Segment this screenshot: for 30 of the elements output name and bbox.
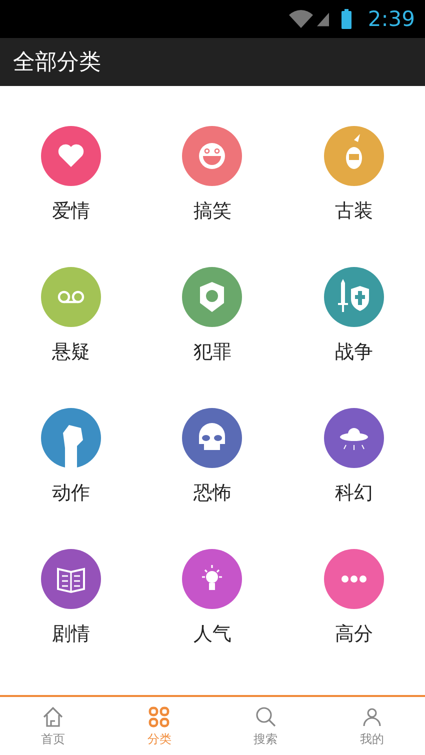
category-item[interactable]: 科幻	[324, 408, 384, 506]
skull-icon	[182, 408, 242, 468]
category-item[interactable]: 悬疑	[40, 267, 101, 365]
smiley-icon	[182, 126, 242, 186]
category-item[interactable]: 高分	[324, 549, 384, 647]
battery-icon	[340, 9, 352, 29]
sword-shield-icon	[324, 267, 384, 327]
category-item[interactable]: 爱情	[40, 126, 101, 224]
search-icon	[254, 704, 278, 728]
tape-icon	[40, 267, 101, 327]
lightbulb-icon	[182, 549, 242, 609]
book-icon	[40, 549, 101, 609]
category-item[interactable]: 动作	[40, 408, 101, 506]
category-item[interactable]: 人气	[182, 549, 242, 647]
category-item[interactable]: 犯罪	[182, 267, 242, 365]
ufo-icon	[324, 408, 384, 468]
category-item[interactable]: 搞笑	[182, 126, 242, 224]
nav-tab[interactable]: 我的	[318, 697, 425, 755]
category-item[interactable]: 恐怖	[182, 408, 242, 506]
home-icon	[41, 704, 66, 728]
nav-tab[interactable]: 搜索	[212, 697, 319, 755]
nav-tab[interactable]: 首页	[0, 697, 106, 755]
category-item[interactable]: 古装	[324, 126, 384, 224]
category-item[interactable]: 战争	[324, 267, 384, 365]
category-item[interactable]: 剧情	[40, 549, 101, 647]
wifi-icon	[288, 10, 313, 28]
page-title: 全部分类	[13, 49, 101, 77]
clock-time: 2:39	[368, 7, 415, 31]
grid-icon	[147, 704, 172, 728]
signal-icon	[316, 10, 329, 28]
